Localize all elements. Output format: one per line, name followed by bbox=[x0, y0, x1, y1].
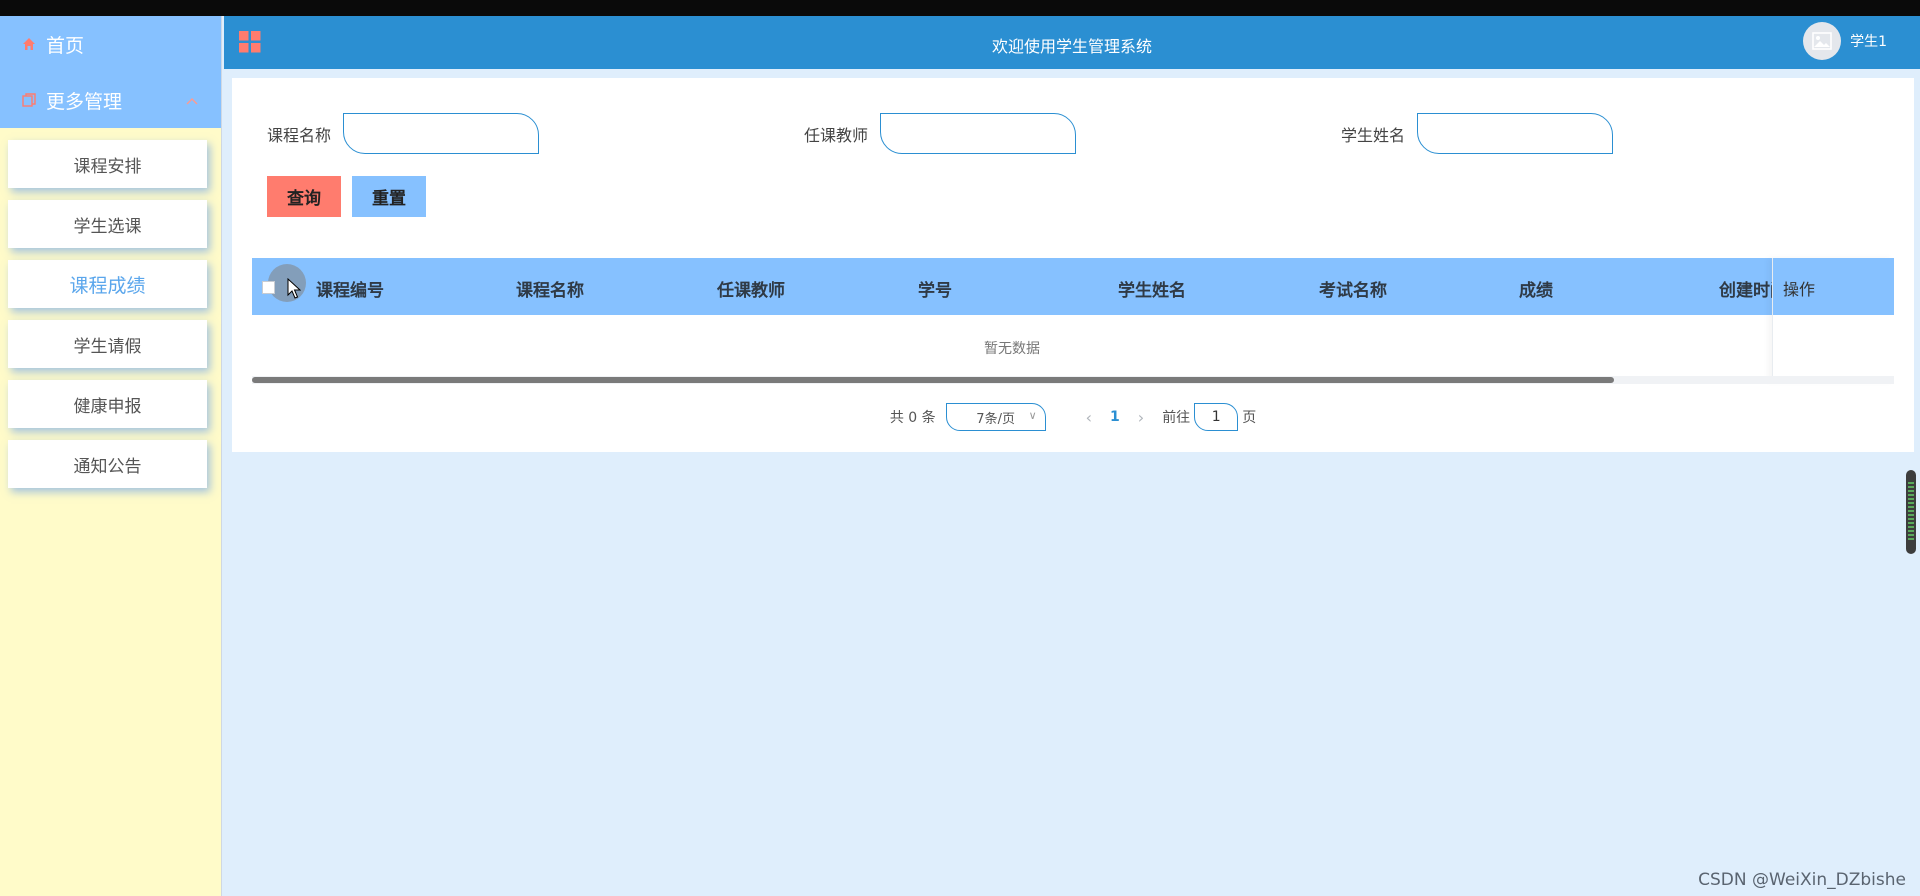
sidebar-submenu: 课程安排 学生选课 课程成绩 学生请假 健康申报 通知公告 bbox=[0, 128, 221, 488]
user-name: 学生1 bbox=[1850, 34, 1887, 50]
course-name-input[interactable] bbox=[343, 113, 540, 154]
home-icon bbox=[20, 35, 38, 53]
select-all-checkbox[interactable] bbox=[262, 281, 275, 294]
column-header[interactable]: 成绩 bbox=[1519, 276, 1553, 301]
chevron-up-icon[interactable] bbox=[185, 89, 199, 111]
column-header[interactable]: 课程编号 bbox=[316, 276, 384, 301]
pagination: 共 0 条 7条/页 ∨ ‹ 1 › 前往 1 页 bbox=[232, 403, 1914, 431]
sidebar-item-student-leave[interactable]: 学生请假 bbox=[8, 320, 207, 368]
image-icon bbox=[1812, 32, 1832, 50]
document-icon bbox=[20, 91, 38, 109]
column-header[interactable]: 任课教师 bbox=[717, 276, 785, 301]
top-header: 欢迎使用学生管理系统 学生1 bbox=[224, 16, 1920, 69]
goto-page-input[interactable]: 1 bbox=[1194, 403, 1239, 431]
scrollbar-thumb[interactable] bbox=[252, 377, 1614, 383]
sidebar-item-home[interactable]: 首页 bbox=[0, 16, 221, 72]
horizontal-scrollbar[interactable] bbox=[252, 376, 1894, 384]
column-header[interactable]: 考试名称 bbox=[1319, 276, 1387, 301]
sidebar-item-course-selection[interactable]: 学生选课 bbox=[8, 200, 207, 248]
grades-table: 课程编号 课程名称 任课教师 学号 学生姓名 考试名称 成绩 创建时间 暂无数据… bbox=[252, 258, 1894, 384]
sidebar-menu-header: 首页 更多管理 bbox=[0, 16, 221, 128]
page-title: 欢迎使用学生管理系统 bbox=[991, 37, 1152, 56]
goto-label: 前往 bbox=[1162, 410, 1191, 426]
sidebar-item-course-grades[interactable]: 课程成绩 bbox=[8, 260, 207, 308]
column-header[interactable]: 学号 bbox=[918, 276, 952, 301]
table-header: 课程编号 课程名称 任课教师 学号 学生姓名 考试名称 成绩 创建时间 bbox=[252, 258, 1894, 315]
query-button[interactable]: 查询 bbox=[267, 176, 341, 217]
avatar[interactable] bbox=[1803, 22, 1842, 60]
column-header: 操作 bbox=[1773, 258, 1894, 315]
reset-button[interactable]: 重置 bbox=[352, 176, 426, 217]
chevron-down-icon: ∨ bbox=[1028, 409, 1037, 422]
page-suffix: 页 bbox=[1242, 410, 1257, 426]
student-name-input[interactable] bbox=[1417, 113, 1614, 154]
column-header[interactable]: 课程名称 bbox=[516, 276, 584, 301]
sidebar-item-health-report[interactable]: 健康申报 bbox=[8, 380, 207, 428]
field-label: 任课教师 bbox=[804, 125, 869, 145]
page-size-value: 7条/页 bbox=[976, 411, 1015, 427]
operation-column: 操作 bbox=[1772, 258, 1894, 382]
search-field-course-name: 课程名称 bbox=[267, 113, 540, 154]
main-panel: 课程名称 任课教师 学生姓名 查询 重置 课程编号 课程名称 任课教师 学号 学… bbox=[232, 78, 1914, 452]
sidebar-item-label: 首页 bbox=[46, 34, 85, 57]
window-top-bar bbox=[0, 0, 1920, 16]
sidebar: 首页 更多管理 课程安排 学生选课 课程成绩 学生请假 健康申报 通知公告 bbox=[0, 16, 222, 896]
next-page-icon[interactable]: › bbox=[1138, 408, 1144, 427]
mouse-cursor-icon bbox=[287, 277, 302, 305]
field-label: 课程名称 bbox=[267, 125, 332, 145]
field-label: 学生姓名 bbox=[1341, 125, 1406, 145]
sidebar-item-more-management[interactable]: 更多管理 bbox=[0, 72, 221, 128]
vertical-scrollbar[interactable] bbox=[1906, 470, 1916, 554]
current-page[interactable]: 1 bbox=[1110, 409, 1120, 425]
prev-page-icon[interactable]: ‹ bbox=[1086, 408, 1092, 427]
watermark: CSDN @WeiXin_DZbishe bbox=[1698, 870, 1906, 890]
sidebar-item-label: 更多管理 bbox=[46, 90, 123, 113]
sidebar-item-notices[interactable]: 通知公告 bbox=[8, 440, 207, 488]
teacher-input[interactable] bbox=[880, 113, 1077, 154]
user-menu[interactable]: 学生1 bbox=[1803, 22, 1887, 60]
page-size-select[interactable]: 7条/页 ∨ bbox=[945, 403, 1046, 431]
scrollbar-grip bbox=[1908, 482, 1914, 540]
total-count: 共 0 条 bbox=[889, 410, 936, 426]
column-header[interactable]: 学生姓名 bbox=[1118, 276, 1186, 301]
sidebar-item-course-schedule[interactable]: 课程安排 bbox=[8, 140, 207, 188]
search-field-student-name: 学生姓名 bbox=[1341, 113, 1614, 154]
search-field-teacher: 任课教师 bbox=[804, 113, 1077, 154]
empty-message: 暂无数据 bbox=[984, 341, 1040, 357]
